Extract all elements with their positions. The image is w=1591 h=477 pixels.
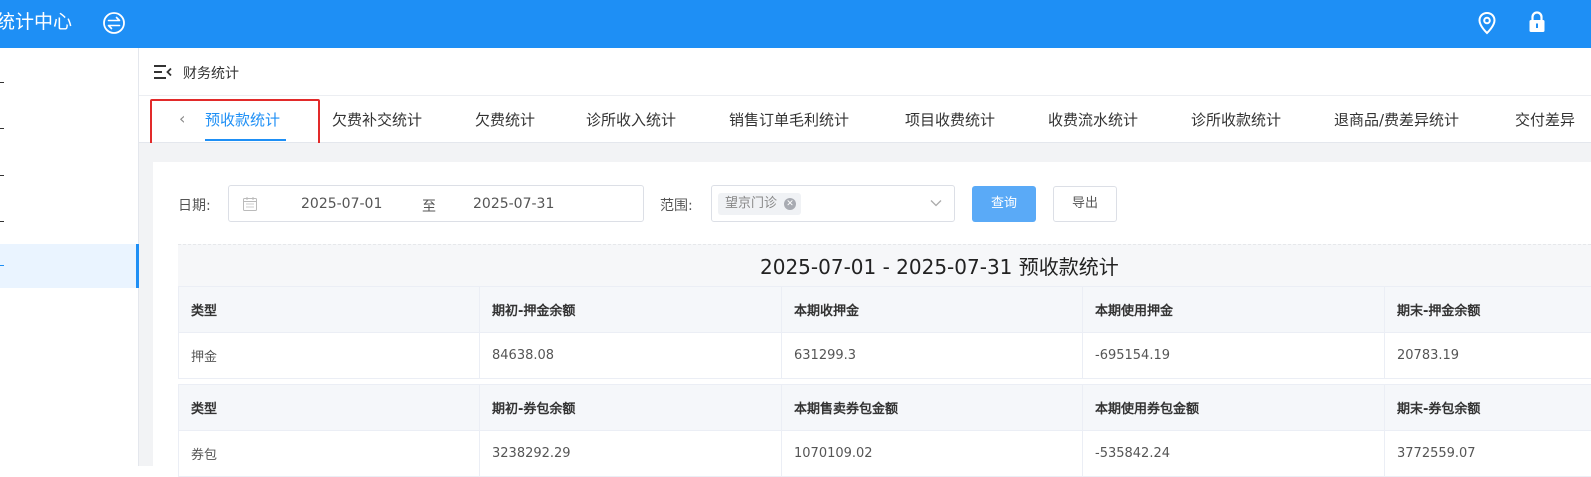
scope-label: 范围: (660, 195, 693, 215)
column-header: 期末-券包余额 (1385, 385, 1591, 431)
page-title: 财务统计 (183, 63, 239, 83)
column-header: 期初-券包余额 (480, 385, 782, 431)
scope-select[interactable]: 望京门诊 ✕ (711, 185, 955, 222)
table-cell: 券包 (179, 431, 480, 477)
top-header: 统计中心 (0, 0, 1591, 48)
table-cell: 3238292.29 (480, 431, 782, 477)
export-button[interactable]: 导出 (1053, 186, 1117, 222)
date-label: 日期: (178, 195, 211, 215)
start-date-input[interactable]: 2025-07-01 (301, 196, 382, 212)
location-icon[interactable] (1476, 11, 1498, 35)
menu-toggle-icon[interactable] (154, 65, 172, 79)
table-cell: 3772559.07 (1385, 431, 1591, 477)
sidebar-item[interactable] (0, 107, 138, 151)
breadcrumb: 财务统计 (139, 48, 1591, 96)
column-header: 本期使用押金 (1083, 287, 1385, 333)
tab-sales-gross-profit[interactable]: 销售订单毛利统计 (729, 96, 849, 143)
end-date-input[interactable]: 2025-07-31 (473, 196, 554, 212)
column-header: 本期收押金 (782, 287, 1083, 333)
table-cell: 631299.3 (782, 333, 1083, 379)
column-header: 类型 (179, 287, 480, 333)
column-header: 本期使用券包金额 (1083, 385, 1385, 431)
voucher-table: 类型 期初-券包余额 本期售卖券包金额 本期使用券包金额 期末-券包余额 券包 … (178, 384, 1591, 477)
deposit-table: 类型 期初-押金余额 本期收押金 本期使用押金 期末-押金余额 押金 84638… (178, 286, 1591, 379)
tab-arrears-repayment[interactable]: 欠费补交统计 (332, 96, 422, 143)
tab-arrears[interactable]: 欠费统计 (475, 96, 535, 143)
table-cell: -695154.19 (1083, 333, 1385, 379)
table-row: 券包 3238292.29 1070109.02 -535842.24 3772… (179, 431, 1591, 477)
date-separator: 至 (422, 196, 436, 216)
tab-clinic-income[interactable]: 诊所收入统计 (586, 96, 676, 143)
table-cell: 84638.08 (480, 333, 782, 379)
column-header: 期初-押金余额 (480, 287, 782, 333)
column-header: 类型 (179, 385, 480, 431)
chevron-down-icon[interactable] (930, 199, 942, 207)
scope-tag: 望京门诊 ✕ (718, 193, 801, 215)
query-button[interactable]: 查询 (972, 186, 1036, 222)
sidebar-item-active[interactable] (0, 244, 138, 288)
column-header: 期末-押金余额 (1385, 287, 1591, 333)
tab-delivery-diff[interactable]: 交付差异 (1515, 96, 1575, 143)
table-cell: 押金 (179, 333, 480, 379)
tag-close-icon[interactable]: ✕ (784, 198, 796, 210)
tab-charge-flow[interactable]: 收费流水统计 (1048, 96, 1138, 143)
app-title: 统计中心 (0, 9, 72, 35)
tab-clinic-receipts[interactable]: 诊所收款统计 (1191, 96, 1281, 143)
sidebar-item[interactable] (0, 154, 138, 198)
tab-bar: ‹ 预收款统计 欠费补交统计 欠费统计 诊所收入统计 销售订单毛利统计 项目收费… (139, 96, 1591, 143)
calendar-icon (243, 197, 257, 211)
table-cell: 20783.19 (1385, 333, 1591, 379)
table-cell: 1070109.02 (782, 431, 1083, 477)
table-cell: -535842.24 (1083, 431, 1385, 477)
lock-icon[interactable] (1526, 10, 1548, 34)
sidebar (0, 48, 139, 466)
column-header: 本期售卖券包金额 (782, 385, 1083, 431)
report: 2025-07-01 - 2025-07-31 预收款统计 类型 期初-押金余额… (178, 244, 1591, 466)
sidebar-item[interactable] (0, 61, 138, 105)
table-header-row: 类型 期初-押金余额 本期收押金 本期使用押金 期末-押金余额 (179, 287, 1591, 333)
table-header-row: 类型 期初-券包余额 本期售卖券包金额 本期使用券包金额 期末-券包余额 (179, 385, 1591, 431)
date-range-picker[interactable]: 2025-07-01 至 2025-07-31 (228, 185, 644, 222)
switch-icon[interactable] (102, 11, 126, 35)
scope-tag-label: 望京门诊 (725, 196, 777, 211)
report-title: 2025-07-01 - 2025-07-31 预收款统计 (178, 244, 1591, 286)
table-row: 押金 84638.08 631299.3 -695154.19 20783.19 (179, 333, 1591, 379)
sidebar-item[interactable] (0, 200, 138, 244)
tab-item-charges[interactable]: 项目收费统计 (905, 96, 995, 143)
tab-refund-diff[interactable]: 退商品/费差异统计 (1334, 96, 1459, 143)
